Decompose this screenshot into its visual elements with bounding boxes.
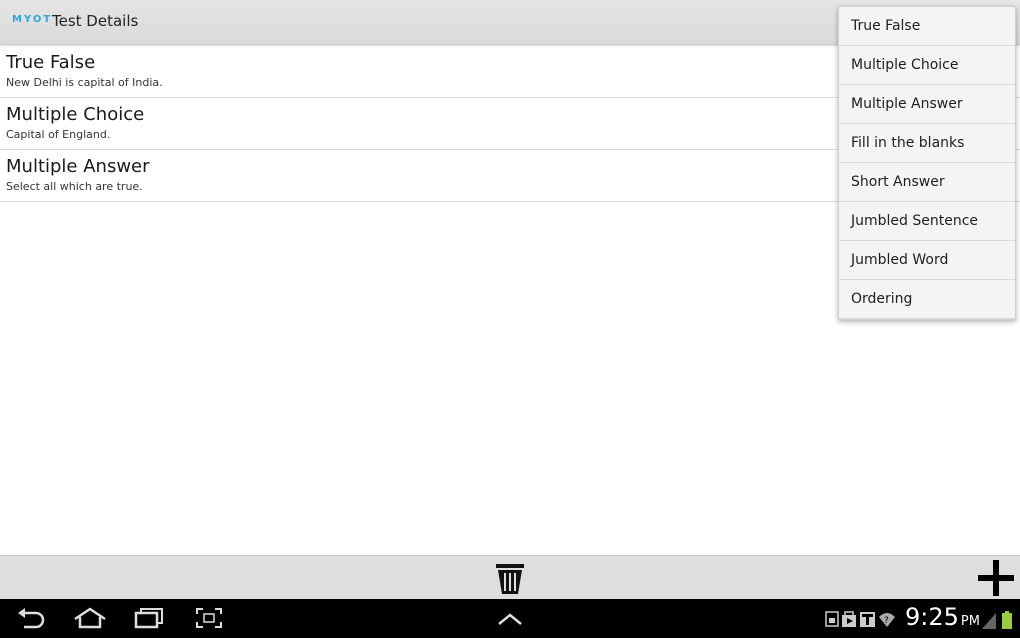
back-icon xyxy=(18,608,45,629)
recent-apps-icon xyxy=(134,608,163,629)
bottom-action-bar xyxy=(0,555,1020,600)
battery-icon xyxy=(1002,613,1012,629)
page-title: Test Details xyxy=(52,12,139,30)
list-item-subtitle: Select all which are true. xyxy=(6,180,143,193)
screenshot-button[interactable] xyxy=(195,607,223,633)
svg-text:?: ? xyxy=(884,616,889,626)
menu-item-true-false[interactable]: True False xyxy=(839,7,1015,46)
system-nav-bar: ? 9:25 PM xyxy=(0,599,1020,638)
back-button[interactable] xyxy=(16,607,46,633)
add-question-button[interactable] xyxy=(976,558,1016,598)
delete-button[interactable] xyxy=(494,562,526,596)
list-item-subtitle: Capital of England. xyxy=(6,128,111,141)
menu-item-ordering[interactable]: Ordering xyxy=(839,280,1015,319)
app-logo[interactable]: MYOT xyxy=(12,14,52,25)
menu-item-multiple-answer[interactable]: Multiple Answer xyxy=(839,85,1015,124)
wifi-icon: ? xyxy=(879,613,895,627)
status-icons: ? xyxy=(825,609,903,629)
t-icon xyxy=(860,612,875,627)
expand-button[interactable] xyxy=(497,611,523,630)
home-icon xyxy=(74,607,106,629)
question-type-menu: True False Multiple Choice Multiple Answ… xyxy=(838,6,1016,320)
signal-icon xyxy=(982,613,996,629)
list-item-subtitle: New Delhi is capital of India. xyxy=(6,76,163,89)
recent-apps-button[interactable] xyxy=(134,607,164,633)
signal-battery-icons xyxy=(982,611,1012,629)
clock-time: 9:25 xyxy=(905,603,959,631)
trash-icon xyxy=(496,564,524,594)
menu-item-fill-in-the-blanks[interactable]: Fill in the blanks xyxy=(839,124,1015,163)
menu-item-short-answer[interactable]: Short Answer xyxy=(839,163,1015,202)
app-screen: MYOT Test Details True False New Delhi i… xyxy=(0,0,1020,638)
screenshot-icon xyxy=(196,608,222,628)
menu-item-jumbled-sentence[interactable]: Jumbled Sentence xyxy=(839,202,1015,241)
menu-item-jumbled-word[interactable]: Jumbled Word xyxy=(839,241,1015,280)
plus-icon xyxy=(978,560,1014,596)
list-item-title: True False xyxy=(6,52,96,73)
menu-item-multiple-choice[interactable]: Multiple Choice xyxy=(839,46,1015,85)
clock-ampm: PM xyxy=(960,614,980,629)
clock: 9:25 PM xyxy=(905,603,980,631)
list-item-title: Multiple Answer xyxy=(6,156,150,177)
sd-card-icon xyxy=(825,611,839,627)
chevron-up-icon xyxy=(498,613,522,625)
home-button[interactable] xyxy=(73,607,107,633)
list-item-title: Multiple Choice xyxy=(6,104,145,125)
shopping-bag-icon xyxy=(842,611,856,627)
